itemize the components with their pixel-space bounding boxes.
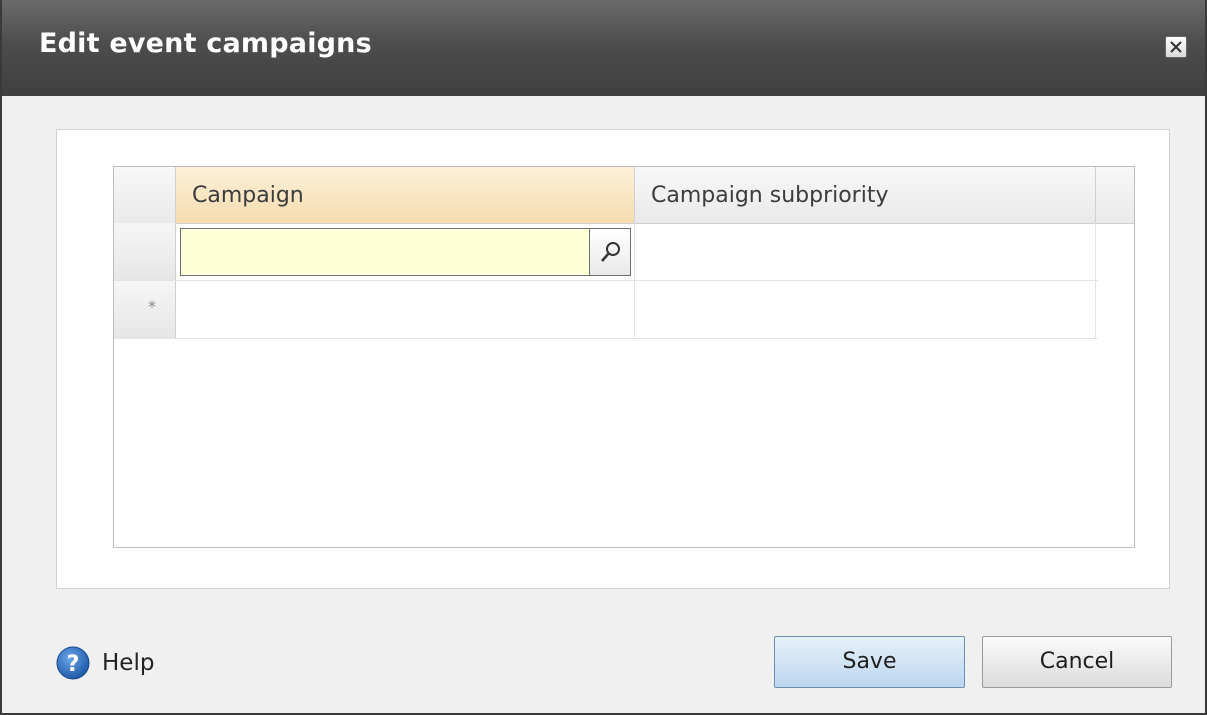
dialog-title: Edit event campaigns — [39, 28, 372, 59]
campaign-cell[interactable] — [176, 223, 635, 280]
grid-header-row: Campaign Campaign subpriority — [114, 167, 1134, 224]
close-button[interactable] — [1165, 36, 1187, 58]
table-row: * — [114, 281, 1098, 339]
new-row-marker: * — [148, 297, 156, 316]
new-row-header[interactable]: * — [114, 281, 176, 338]
help-link[interactable]: Help — [102, 650, 154, 676]
grid-corner-cell — [114, 167, 176, 223]
dialog-titlebar: Edit event campaigns — [2, 0, 1205, 96]
column-header-campaign[interactable]: Campaign — [176, 167, 635, 223]
column-header-campaign-subpriority[interactable]: Campaign subpriority — [635, 167, 1096, 223]
close-icon — [1170, 41, 1182, 53]
column-header-campaign-subpriority-label: Campaign subpriority — [651, 183, 889, 208]
cancel-button[interactable]: Cancel — [982, 636, 1172, 688]
campaign-subpriority-cell[interactable] — [635, 223, 1096, 280]
content-panel: Campaign Campaign subpriority * — [56, 129, 1170, 589]
svg-text:?: ? — [67, 652, 80, 677]
save-button[interactable]: Save — [774, 636, 965, 688]
campaign-search-button[interactable] — [589, 228, 631, 276]
campaign-subpriority-cell[interactable] — [635, 281, 1096, 338]
table-row — [114, 223, 1098, 281]
search-icon — [601, 242, 620, 262]
edit-event-campaigns-dialog: Edit event campaigns Campaign Campaign s… — [0, 0, 1207, 715]
campaign-search-input[interactable] — [180, 228, 590, 276]
row-header[interactable] — [114, 223, 176, 280]
campaign-cell[interactable] — [176, 281, 635, 338]
campaigns-grid: Campaign Campaign subpriority * — [113, 166, 1135, 548]
column-header-campaign-label: Campaign — [192, 183, 304, 208]
help-icon[interactable]: ? — [56, 646, 90, 680]
